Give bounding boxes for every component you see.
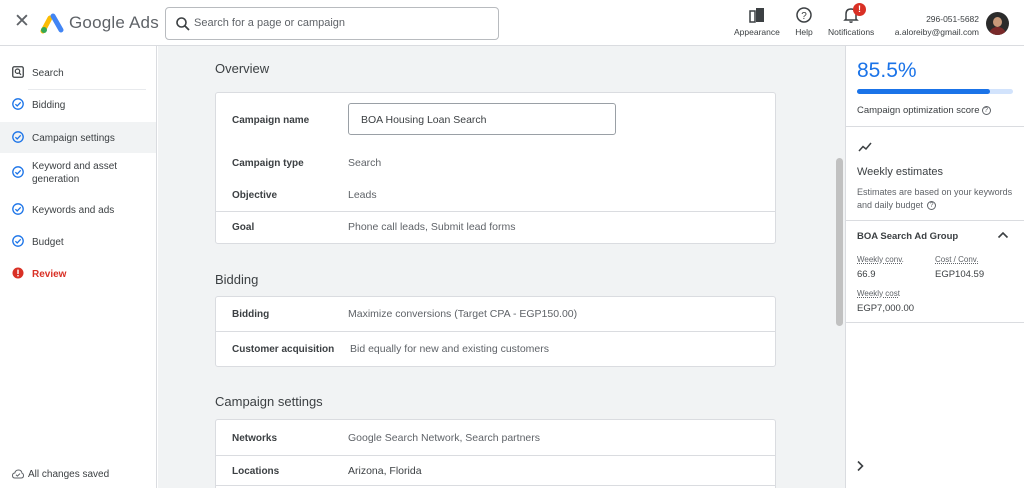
close-icon[interactable]: ✕	[14, 12, 30, 31]
cost-per-conv-label[interactable]: Cost / Conv.	[935, 255, 978, 264]
campaign-settings-card[interactable]: Networks Google Search Network, Search p…	[215, 419, 776, 488]
customer-acquisition-label: Customer acquisition	[232, 344, 335, 355]
help-icon[interactable]: ?	[981, 106, 991, 115]
goal-label: Goal	[232, 222, 255, 233]
check-circle-icon	[12, 235, 24, 247]
sidebar-item-label: Keyword and asset generation	[32, 161, 118, 185]
search-input[interactable]: Search for a page or campaign	[165, 7, 499, 40]
search-box-icon	[12, 66, 24, 78]
customer-acquisition-value: Bid equally for new and existing custome…	[350, 343, 550, 355]
objective-label: Objective	[232, 190, 278, 201]
row-divider	[216, 455, 775, 456]
appearance-label: Appearance	[734, 27, 780, 37]
sidebar-item-label: Budget	[32, 237, 64, 248]
row-divider	[216, 211, 775, 212]
main-scrollbar[interactable]	[834, 46, 845, 488]
locations-label: Locations	[232, 466, 280, 477]
campaign-type-label: Campaign type	[232, 158, 304, 169]
bidding-label: Bidding	[232, 309, 270, 320]
main-content: Overview Campaign name BOA Housing Loan …	[158, 46, 834, 488]
sidebar-item-keyword-and-asset-generation[interactable]: Keyword and asset generation	[0, 158, 156, 188]
score-label-text: Campaign optimization score	[857, 105, 980, 116]
sidebar-item-bidding[interactable]: Bidding	[0, 94, 156, 114]
row-divider	[216, 485, 775, 486]
campaign-type-value: Search	[348, 157, 382, 169]
weekly-cost-value: EGP7,000.00	[857, 303, 915, 314]
panel-divider	[846, 322, 1024, 323]
panel-divider	[846, 126, 1024, 127]
row-divider	[216, 331, 775, 332]
cost-per-conv-value: EGP104.59	[935, 269, 985, 280]
optimization-score: 85.5%	[857, 59, 917, 82]
sidebar-item-campaign-settings[interactable]: Campaign settings	[0, 122, 156, 153]
goal-value: Phone call leads, Submit lead forms	[348, 221, 516, 233]
weekly-conv-label[interactable]: Weekly conv.	[857, 255, 904, 264]
objective-value: Leads	[348, 189, 377, 201]
account-email: a.aloreiby@gmail.com	[894, 27, 979, 37]
error-icon	[12, 267, 24, 279]
appearance-button[interactable]: Appearance	[734, 6, 780, 37]
save-status-label: All changes saved	[28, 469, 110, 480]
account-id: 296-051-5682	[926, 14, 979, 24]
sidebar-item-label: Bidding	[32, 100, 66, 111]
campaign-name-input[interactable]: BOA Housing Loan Search	[348, 103, 616, 135]
scrollbar-thumb[interactable]	[836, 158, 843, 326]
check-circle-icon	[12, 131, 24, 143]
networks-label: Networks	[232, 433, 278, 444]
appearance-icon	[749, 8, 764, 23]
divider	[28, 89, 146, 90]
notifications-label: Notifications	[828, 27, 875, 37]
sidebar-item-label: Search	[32, 68, 64, 79]
weekly-estimates-desc: Estimates are based on your keywords and…	[857, 186, 1017, 212]
notification-badge: !	[853, 3, 866, 16]
networks-value: Google Search Network, Search partners	[348, 432, 541, 444]
check-circle-icon	[12, 166, 24, 178]
ad-group-name: BOA Search Ad Group	[857, 231, 959, 242]
section-title-bidding: Bidding	[215, 272, 259, 287]
help-label: Help	[795, 27, 813, 37]
help-icon: ?	[796, 7, 812, 23]
campaign-name-label: Campaign name	[232, 115, 310, 126]
chevron-right-icon[interactable]	[856, 460, 865, 472]
sidebar-item-label: Review	[32, 269, 67, 280]
locations-value: Arizona, Florida	[348, 465, 422, 477]
bidding-card[interactable]: Bidding Maximize conversions (Target CPA…	[215, 296, 776, 367]
cloud-done-icon	[12, 469, 24, 479]
weekly-cost-label[interactable]: Weekly cost	[857, 289, 900, 298]
sidebar-item-review[interactable]: Review	[0, 263, 156, 283]
sidebar-item-label: Keywords and ads	[32, 205, 115, 216]
bidding-value: Maximize conversions (Target CPA - EGP15…	[348, 308, 578, 320]
account-info[interactable]: 296-051-5682 a.aloreiby@gmail.com	[895, 13, 979, 39]
check-circle-icon	[12, 203, 24, 215]
avatar[interactable]	[986, 12, 1009, 35]
google-ads-logo	[40, 13, 64, 34]
top-app-bar: ✕ Google Ads Search for a page or campai…	[0, 0, 1024, 46]
campaign-name-value: BOA Housing Loan Search	[361, 114, 487, 126]
search-icon	[176, 17, 190, 31]
panel-divider	[846, 220, 1024, 221]
optimization-score-label: Campaign optimization score?	[857, 105, 991, 116]
chevron-up-icon[interactable]	[997, 230, 1009, 240]
help-icon[interactable]: ?	[927, 201, 937, 210]
section-title-overview: Overview	[215, 61, 270, 76]
sidebar: Search Bidding Campaign settings Keyword…	[0, 46, 157, 488]
optimization-score-bar	[857, 89, 1013, 94]
search-placeholder: Search for a page or campaign	[194, 17, 346, 29]
svg-text:?: ?	[801, 11, 807, 22]
weekly-conv-value: 66.9	[857, 269, 876, 280]
brand-name: Google Ads	[69, 13, 159, 32]
help-button[interactable]: ? Help	[795, 6, 813, 37]
optimization-score-fill	[857, 89, 991, 94]
sidebar-item-keywords-and-ads[interactable]: Keywords and ads	[0, 199, 156, 219]
overview-card: Campaign name BOA Housing Loan Search Ca…	[215, 92, 776, 244]
sidebar-item-budget[interactable]: Budget	[0, 231, 156, 251]
weekly-estimates-title: Weekly estimates	[857, 166, 943, 178]
section-title-campaign-settings: Campaign settings	[215, 394, 323, 409]
check-circle-icon	[12, 98, 24, 110]
optimization-panel: 85.5% Campaign optimization score? Weekl…	[845, 46, 1024, 488]
sidebar-item-label: Campaign settings	[32, 133, 115, 144]
sidebar-item-search[interactable]: Search	[0, 62, 156, 82]
trending-up-icon	[858, 142, 872, 152]
notifications-button[interactable]: Notifications	[828, 6, 874, 37]
